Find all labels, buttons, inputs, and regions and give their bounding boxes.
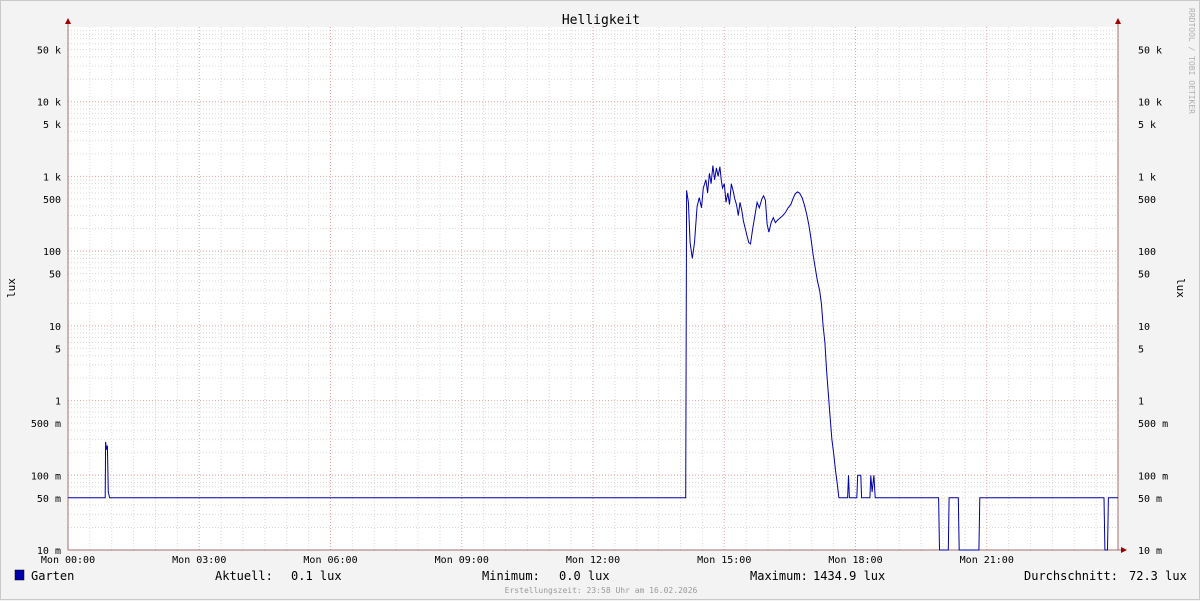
footer-timestamp: Erstellungszeit: 23:58 Uhr am 16.02.2026 <box>505 586 698 595</box>
x-tick-label: Mon 12:00 <box>566 555 620 566</box>
y-tick-labels-right: 10 m 50 m 100 m 500 m 1 5 10 50 100 500 1 k 5 k 10 k… <box>1138 45 1168 557</box>
y-tick-label-right: 50 k <box>1138 45 1162 56</box>
x-axis-arrow <box>1121 547 1127 553</box>
legend-current-label: Aktuell: <box>215 569 273 583</box>
legend-minimum-label: Minimum: <box>482 569 540 583</box>
y-tick-label-right: 1 k <box>1138 172 1156 183</box>
y-tick-label-right: 500 <box>1138 195 1156 206</box>
y-tick-label-left: 5 k <box>43 120 61 131</box>
y-tick-labels-left: 10 m50 m100 m500 m1510501005001 k5 k10 k… <box>31 45 61 557</box>
legend-average-value: 72.3 lux <box>1129 569 1187 583</box>
y-tick-label-left: 1 <box>55 397 61 408</box>
chart-title: Helligkeit <box>562 13 640 28</box>
y-tick-label-right: 1 <box>1138 397 1144 408</box>
y-axis-arrow-left <box>65 18 71 24</box>
y-tick-label-left: 50 k <box>37 45 61 56</box>
y-tick-label-right: 10 m <box>1138 546 1162 557</box>
chart: 10 m 50 m 100 m 500 m 1 5 10 50 100 500 1 k 5 k 10 k… <box>5 8 1196 595</box>
x-tick-label: Mon 21:00 <box>960 555 1014 566</box>
y-tick-label-right: 10 <box>1138 322 1150 333</box>
y-axis-label-left: lux <box>5 278 18 298</box>
y-tick-label-left: 100 <box>43 247 61 258</box>
y-tick-label-right: 100 m <box>1138 471 1168 482</box>
y-tick-label-left: 50 <box>49 270 61 281</box>
legend-average-label: Durchschnitt: <box>1024 569 1118 583</box>
x-tick-label: Mon 15:00 <box>697 555 751 566</box>
watermark: RRDTOOL / TOBI OETIKER <box>1187 8 1196 114</box>
y-tick-label-left: 1 k <box>43 172 61 183</box>
y-tick-label-right: 500 m <box>1138 419 1168 430</box>
legend-minimum-value: 0.0 lux <box>559 569 610 583</box>
legend-current-value: 0.1 lux <box>291 569 342 583</box>
y-tick-label-left: 500 m <box>31 419 61 430</box>
x-tick-labels: Mon 00:00 Mon 03:00 Mon 06:00 Mon 09:00 Mon … <box>41 555 1014 566</box>
legend-maximum-label: Maximum: <box>750 569 808 583</box>
y-axis-label-right: lux <box>1174 278 1187 298</box>
x-tick-label: Mon 06:00 <box>303 555 357 566</box>
y-tick-label-right: 50 m <box>1138 494 1162 505</box>
y-tick-label-left: 100 m <box>31 471 61 482</box>
x-tick-label: Mon 18:00 <box>828 555 882 566</box>
y-tick-label-left: 50 m <box>37 494 61 505</box>
y-tick-label-left: 10 k <box>37 98 61 109</box>
y-tick-label-left: 10 <box>49 322 61 333</box>
y-tick-label-right: 50 <box>1138 270 1150 281</box>
legend-maximum-value: 1434.9 lux <box>813 569 885 583</box>
legend-swatch <box>14 569 25 581</box>
y-axis-arrow-right <box>1115 18 1121 24</box>
legend-series-name: Garten <box>31 569 74 583</box>
graph-frame: 10 m 50 m 100 m 500 m 1 5 10 50 100 500 1 k 5 k 10 k… <box>0 0 1200 600</box>
y-tick-label-right: 100 <box>1138 247 1156 258</box>
y-tick-label-right: 10 k <box>1138 98 1162 109</box>
y-tick-label-left: 5 <box>55 344 61 355</box>
x-tick-label: Mon 09:00 <box>435 555 489 566</box>
x-tick-label: Mon 03:00 <box>172 555 226 566</box>
y-tick-label-right: 5 <box>1138 344 1144 355</box>
x-tick-label: Mon 00:00 <box>41 555 95 566</box>
y-tick-label-right: 5 k <box>1138 120 1156 131</box>
y-tick-label-left: 500 <box>43 195 61 206</box>
